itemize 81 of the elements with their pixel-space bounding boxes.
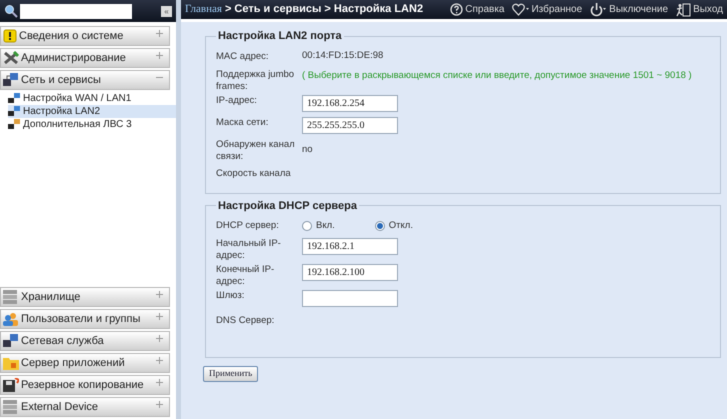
field-label: MAC адрес: (216, 50, 270, 62)
apply-button[interactable]: Применить (203, 366, 258, 382)
header-action[interactable]: Избранное (512, 2, 582, 17)
field-label: Маска сети: (216, 116, 270, 128)
plus-icon (156, 379, 163, 386)
tree-item[interactable]: Дополнительная ЛВС 3 (8, 118, 176, 131)
input-field[interactable]: 192.168.2.1 (302, 238, 398, 255)
accordion-header[interactable]: Пользователи и группы (0, 309, 170, 329)
tree-item[interactable]: Настройка LAN2 (8, 105, 176, 118)
radio-button[interactable] (302, 221, 312, 231)
network-icon (3, 73, 19, 87)
users-icon (3, 312, 19, 326)
header-action[interactable]: Справка (450, 2, 504, 17)
network-node-icon (8, 106, 21, 117)
accordion-header[interactable]: Сеть и сервисы (0, 70, 170, 90)
folder-icon (3, 356, 19, 370)
storage-icon (3, 400, 19, 414)
plus-icon (156, 357, 163, 364)
field-label: Скорость канала (216, 168, 292, 180)
breadcrumb-path: > Сеть и сервисы > Настройка LAN2 (224, 2, 424, 18)
accordion-header[interactable]: Хранилище (0, 287, 170, 307)
info-icon (3, 29, 17, 43)
heart-icon (512, 3, 530, 16)
plus-icon (156, 52, 163, 59)
breadcrumb-link[interactable]: Главная (185, 1, 222, 18)
accordion-header[interactable]: External Device (0, 397, 170, 417)
header-action[interactable]: Выход (676, 2, 723, 17)
plus-icon (156, 30, 163, 37)
accordion-header[interactable]: Администрирование (0, 48, 170, 68)
search-icon (4, 4, 18, 18)
storage-icon (3, 290, 19, 304)
hint-text: ( Выберите в раскрывающемся списке или введите, допустимое значение 1501 ~ 9018 ) (302, 68, 692, 82)
field-label: IP-адрес: (216, 94, 258, 106)
radio-option[interactable]: Откл. (374, 218, 413, 234)
field-value: 00:14:FD:15:DE:98 (302, 49, 384, 64)
header-action[interactable]: Выключение (590, 2, 668, 17)
plus-icon (156, 335, 163, 342)
network-node-icon (8, 93, 21, 104)
minus-icon (156, 74, 163, 81)
input-field[interactable]: 192.168.2.254 (302, 94, 398, 112)
accordion-header[interactable]: Сетевая служба (0, 331, 170, 351)
section-title: Настройка LAN2 порта (217, 29, 343, 44)
accordion-label: Сетевая служба (21, 334, 104, 349)
section-title: Настройка DHCP сервера (217, 198, 358, 214)
input-field[interactable]: 192.168.2.100 (302, 264, 398, 281)
collapse-button[interactable]: « (161, 6, 172, 16)
accordion-header[interactable]: Резервное копирование (0, 375, 170, 395)
field-label: Поддержка jumbo frames: (216, 68, 296, 92)
field-value: no (302, 143, 313, 158)
exit-icon (676, 2, 692, 16)
field-label: DNS Сервер: (216, 315, 276, 327)
accordion-label: Сеть и сервисы (21, 72, 101, 88)
plus-icon (156, 313, 163, 320)
accordion-label: Хранилище (21, 290, 80, 305)
search-field[interactable] (20, 4, 132, 18)
help-icon (450, 3, 464, 16)
network-icon (3, 334, 19, 348)
accordion-label: Сведения о системе (19, 28, 124, 44)
tools-icon (3, 51, 19, 65)
radio-option[interactable]: Вкл. (302, 218, 335, 234)
field-label: Начальный IP-адрес: (216, 238, 282, 262)
accordion-label: Резервное копирование (21, 378, 144, 393)
plus-icon (156, 291, 163, 298)
power-icon (590, 2, 608, 16)
tree-item[interactable]: Настройка WAN / LAN1 (8, 92, 176, 105)
field-label: Конечный IP-адрес: (216, 264, 276, 288)
accordion-label: Администрирование (21, 50, 126, 66)
plus-icon (156, 401, 163, 408)
network-node-icon (8, 119, 21, 130)
input-field[interactable] (302, 290, 398, 307)
input-field[interactable]: 255.255.255.0 (302, 116, 398, 134)
accordion-label: Пользователи и группы (21, 312, 140, 327)
accordion-header[interactable]: Сервер приложений (0, 353, 170, 373)
floppy-icon (3, 378, 19, 392)
radio-button[interactable] (374, 221, 385, 231)
accordion-label: Сервер приложений (21, 356, 125, 371)
accordion-header[interactable]: Сведения о системе (0, 26, 170, 46)
accordion-label: External Device (21, 400, 98, 415)
field-label: DHCP сервер: (216, 220, 280, 232)
field-label: Обнаружен канал связи: (216, 138, 296, 162)
field-label: Шлюз: (216, 290, 246, 302)
